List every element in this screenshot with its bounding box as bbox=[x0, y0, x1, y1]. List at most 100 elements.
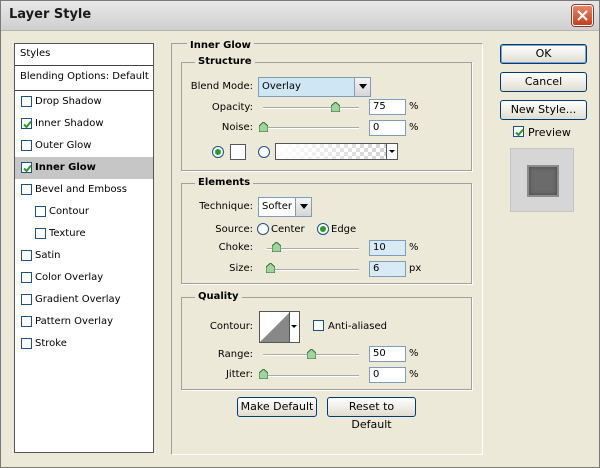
gradient-radio[interactable] bbox=[258, 146, 270, 158]
style-item-label: Color Overlay bbox=[35, 272, 104, 283]
opacity-slider-thumb[interactable] bbox=[330, 101, 341, 113]
chevron-down-icon bbox=[295, 198, 311, 216]
source-edge-radio[interactable] bbox=[317, 223, 329, 235]
contour-picker[interactable] bbox=[259, 311, 300, 343]
source-center-label: Center bbox=[271, 224, 305, 235]
noise-slider-track[interactable] bbox=[263, 127, 359, 129]
style-item-label: Satin bbox=[35, 250, 61, 261]
style-item-checkbox[interactable] bbox=[21, 338, 32, 349]
noise-label: Noise: bbox=[221, 122, 253, 133]
opacity-slider-track[interactable] bbox=[263, 107, 359, 109]
opacity-input[interactable]: 75 bbox=[369, 99, 406, 115]
style-item-pattern-overlay[interactable]: Pattern Overlay bbox=[15, 311, 153, 333]
elements-title: Elements bbox=[195, 177, 254, 188]
opacity-label: Opacity: bbox=[211, 102, 253, 113]
gradient-picker[interactable] bbox=[275, 143, 398, 160]
range-input[interactable]: 50 bbox=[369, 346, 406, 362]
style-item-label: Inner Shadow bbox=[35, 118, 104, 129]
style-item-inner-shadow[interactable]: Inner Shadow bbox=[15, 113, 153, 135]
style-item-label: Outer Glow bbox=[35, 140, 92, 151]
noise-unit: % bbox=[409, 122, 419, 133]
style-item-checkbox[interactable] bbox=[21, 250, 32, 261]
size-slider-track[interactable] bbox=[267, 269, 359, 271]
opacity-unit: % bbox=[409, 101, 419, 112]
style-item-checkbox[interactable] bbox=[21, 118, 32, 129]
jitter-unit: % bbox=[409, 369, 419, 380]
style-item-checkbox[interactable] bbox=[21, 316, 32, 327]
style-item-checkbox[interactable] bbox=[21, 184, 32, 195]
ok-button[interactable]: OK bbox=[500, 44, 587, 64]
choke-input[interactable]: 10 bbox=[369, 240, 406, 256]
chevron-down-icon bbox=[289, 312, 299, 342]
structure-title: Structure bbox=[195, 56, 255, 67]
style-item-checkbox[interactable] bbox=[21, 96, 32, 107]
jitter-input[interactable]: 0 bbox=[369, 367, 406, 383]
jitter-slider-thumb[interactable] bbox=[258, 368, 269, 380]
chevron-down-icon bbox=[354, 78, 370, 96]
style-item-checkbox[interactable] bbox=[21, 140, 32, 151]
new-style-button[interactable]: New Style... bbox=[500, 100, 587, 120]
cancel-button[interactable]: Cancel bbox=[500, 72, 587, 92]
style-item-label: Inner Glow bbox=[35, 162, 96, 173]
range-slider-thumb[interactable] bbox=[306, 348, 317, 360]
anti-aliased-label: Anti-aliased bbox=[328, 321, 388, 332]
glow-color-swatch[interactable] bbox=[230, 144, 246, 160]
contour-curve-icon bbox=[260, 312, 290, 342]
jitter-slider-track[interactable] bbox=[263, 375, 359, 377]
styles-header[interactable]: Styles bbox=[15, 44, 153, 66]
anti-aliased-checkbox[interactable] bbox=[313, 320, 324, 331]
style-item-checkbox[interactable] bbox=[35, 206, 46, 217]
size-input[interactable]: 6 bbox=[369, 261, 406, 277]
preview-checkbox[interactable] bbox=[513, 126, 524, 137]
blending-options-item[interactable]: Blending Options: Default bbox=[15, 66, 153, 91]
blend-mode-select[interactable]: Overlay bbox=[258, 77, 371, 97]
style-item-checkbox[interactable] bbox=[21, 162, 32, 173]
make-default-button[interactable]: Make Default bbox=[237, 397, 317, 417]
choke-label: Choke: bbox=[218, 242, 253, 253]
style-item-label: Bevel and Emboss bbox=[35, 184, 127, 195]
choke-slider-thumb[interactable] bbox=[271, 241, 282, 253]
style-item-label: Drop Shadow bbox=[35, 96, 102, 107]
technique-label: Technique: bbox=[199, 201, 253, 212]
noise-slider-thumb[interactable] bbox=[258, 121, 269, 133]
style-item-label: Pattern Overlay bbox=[35, 316, 114, 327]
contour-label: Contour: bbox=[209, 321, 253, 332]
layer-style-dialog: Layer Style Styles Blending Options: Def… bbox=[0, 0, 600, 468]
noise-input[interactable]: 0 bbox=[369, 120, 406, 136]
reset-to-default-button[interactable]: Reset to Default bbox=[327, 397, 416, 431]
style-item-checkbox[interactable] bbox=[21, 272, 32, 283]
style-item-label: Contour bbox=[49, 206, 89, 217]
size-label: Size: bbox=[229, 263, 253, 274]
chevron-down-icon bbox=[386, 144, 397, 159]
solid-color-radio[interactable] bbox=[212, 146, 224, 158]
size-unit: px bbox=[409, 263, 422, 274]
style-item-texture[interactable]: Texture bbox=[15, 223, 153, 245]
jitter-label: Jitter: bbox=[225, 369, 253, 380]
style-item-checkbox[interactable] bbox=[21, 294, 32, 305]
style-item-stroke[interactable]: Stroke bbox=[15, 333, 153, 355]
style-items: Drop Shadow Inner Shadow Outer Glow Inner G… bbox=[15, 91, 153, 355]
style-item-outer-glow[interactable]: Outer Glow bbox=[15, 135, 153, 157]
dialog-title: Layer Style bbox=[9, 7, 92, 22]
preview-thumbnail bbox=[527, 165, 559, 197]
style-item-satin[interactable]: Satin bbox=[15, 245, 153, 267]
technique-value: Softer bbox=[262, 201, 292, 212]
choke-unit: % bbox=[409, 242, 419, 253]
close-button[interactable] bbox=[572, 5, 593, 26]
source-center-radio[interactable] bbox=[257, 223, 269, 235]
style-item-inner-glow[interactable]: Inner Glow bbox=[15, 157, 153, 179]
style-item-color-overlay[interactable]: Color Overlay bbox=[15, 267, 153, 289]
style-item-bevel-and-emboss[interactable]: Bevel and Emboss bbox=[15, 179, 153, 201]
style-item-label: Stroke bbox=[35, 338, 67, 349]
blend-mode-value: Overlay bbox=[262, 81, 301, 92]
inner-glow-title: Inner Glow bbox=[187, 40, 254, 51]
style-item-drop-shadow[interactable]: Drop Shadow bbox=[15, 91, 153, 113]
style-item-checkbox[interactable] bbox=[35, 228, 46, 239]
technique-select[interactable]: Softer bbox=[258, 197, 312, 217]
size-slider-thumb[interactable] bbox=[265, 262, 276, 274]
style-item-gradient-overlay[interactable]: Gradient Overlay bbox=[15, 289, 153, 311]
title-bar[interactable]: Layer Style bbox=[1, 1, 599, 31]
quality-title: Quality bbox=[195, 291, 242, 302]
range-unit: % bbox=[409, 348, 419, 359]
style-item-contour[interactable]: Contour bbox=[15, 201, 153, 223]
